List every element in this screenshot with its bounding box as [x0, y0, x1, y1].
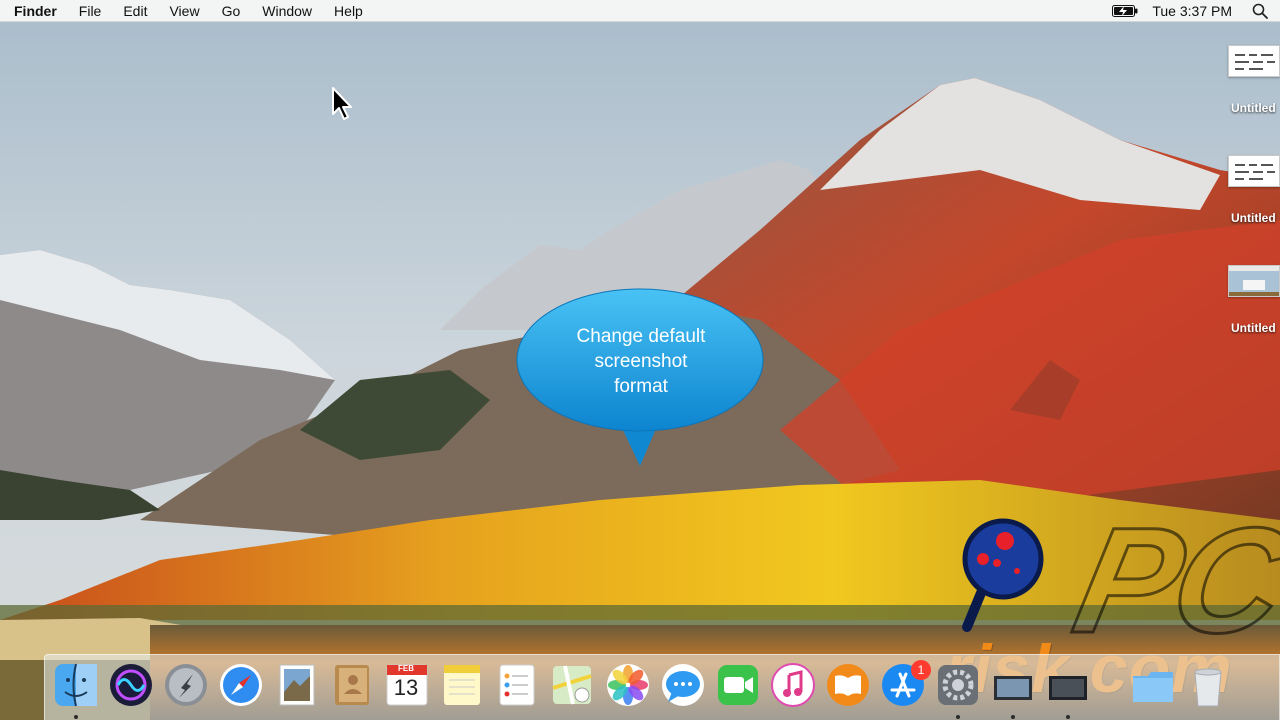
running-indicator [1011, 715, 1015, 719]
callout-line: screenshot [594, 351, 688, 372]
callout-line: format [614, 376, 668, 397]
dock-facetime-icon[interactable] [715, 662, 761, 708]
watermark-pc-text: PC [1061, 495, 1280, 666]
desktop-file-screenshot[interactable]: Untitled [1228, 155, 1280, 225]
menu-edit[interactable]: Edit [111, 0, 157, 22]
dock-messages-icon[interactable] [660, 662, 706, 708]
menu-app-finder[interactable]: Finder [2, 0, 67, 22]
dock-maps-icon[interactable] [549, 662, 595, 708]
dock-contacts-icon[interactable] [329, 662, 375, 708]
file-name: Untitled [1231, 321, 1276, 335]
mouse-pointer-icon [332, 87, 352, 120]
file-thumbnail [1228, 265, 1280, 297]
clock[interactable]: Tue 3:37 PM [1152, 3, 1232, 19]
running-indicator [74, 715, 78, 719]
dock-system-preferences-icon[interactable] [935, 662, 981, 708]
dock-preview-icon[interactable] [1045, 662, 1091, 708]
file-thumbnail [1228, 155, 1280, 187]
dock-safari-icon[interactable] [218, 662, 264, 708]
callout-line: Change default [576, 326, 706, 347]
dock-launchpad-icon[interactable] [163, 662, 209, 708]
battery-charging-icon[interactable] [1112, 4, 1138, 17]
menu-help[interactable]: Help [322, 0, 373, 22]
calendar-day: 13 [393, 675, 419, 700]
dock-siri-icon[interactable] [108, 662, 154, 708]
dock-itunes-icon[interactable] [770, 662, 816, 708]
menu-view[interactable]: View [157, 0, 209, 22]
dock-trash-icon[interactable] [1185, 662, 1231, 708]
dock-notes-icon[interactable] [439, 662, 485, 708]
menu-window[interactable]: Window [250, 0, 322, 22]
spotlight-search-icon[interactable] [1252, 3, 1268, 19]
dock-downloads-folder-icon[interactable] [1130, 662, 1176, 708]
running-indicator [956, 715, 960, 719]
dock-ibooks-icon[interactable] [825, 662, 871, 708]
desktop-file-screenshot[interactable]: Untitled [1228, 265, 1280, 335]
dock-reminders-icon[interactable] [494, 662, 540, 708]
magnifier-logo-icon [962, 518, 1044, 632]
file-thumbnail [1228, 45, 1280, 77]
dock-mail-icon[interactable] [274, 662, 320, 708]
file-name: Untitled [1231, 101, 1276, 115]
dock-finder-icon[interactable] [53, 662, 99, 708]
desktop-file-screenshot[interactable]: Untitled [1228, 45, 1280, 115]
calendar-month: FEB [398, 664, 414, 673]
dock-screenshot-icon[interactable] [990, 662, 1036, 708]
running-indicator [1066, 715, 1070, 719]
dock-photos-icon[interactable] [605, 662, 651, 708]
menu-go[interactable]: Go [210, 0, 251, 22]
menu-bar: Finder File Edit View Go Window Help Tue… [0, 0, 1280, 22]
callout-text: Change default screenshot format [516, 324, 766, 399]
menu-file[interactable]: File [67, 0, 112, 22]
notification-badge: 1 [911, 660, 931, 680]
file-name: Untitled [1231, 211, 1276, 225]
